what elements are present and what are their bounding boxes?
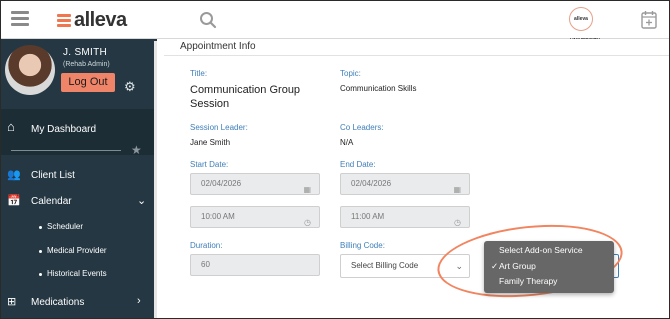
bullet (39, 273, 42, 276)
brand-name: alleva (74, 8, 127, 31)
end-date-field[interactable]: 02/04/2026 ▦ (340, 173, 470, 195)
chevron-down-icon: ⌄ (137, 195, 147, 207)
section-title: Appointment Info (180, 41, 256, 52)
start-time-field[interactable]: 10:00 AM ◷ (190, 206, 320, 228)
bullet (39, 226, 42, 229)
duration-label: Duration: (190, 241, 223, 250)
end-time-value: 11:00 AM (351, 212, 385, 221)
sidebar-item-calendar[interactable]: 📅 Calendar ⌄ (1, 191, 157, 213)
billing-code-placeholder: Select Billing Code (351, 261, 419, 270)
dropdown-option[interactable]: Family Therapy (484, 274, 614, 289)
end-date-value: 02/04/2026 (351, 179, 392, 188)
co-leaders-label: Co Leaders: (340, 123, 384, 132)
option-label: Select Add-on Service (499, 245, 583, 255)
option-label: Art Group (499, 261, 536, 271)
settings-gear-icon[interactable]: ⚙ (124, 79, 136, 95)
logout-button[interactable]: Log Out (61, 73, 115, 92)
search-icon[interactable] (199, 11, 217, 29)
chevron-right-icon: › (137, 295, 141, 307)
sidebar-item-label: Calendar (31, 196, 72, 207)
star-icon[interactable]: ★ (131, 143, 142, 157)
sidebar-subitem-label: Historical Events (47, 269, 107, 278)
sidebar-item-medications[interactable]: ⊞ Medications › (1, 292, 157, 314)
checkmark-icon: ✓ (491, 261, 499, 271)
calendar-icon: 📅 (7, 195, 21, 207)
start-time-value: 10:00 AM (201, 212, 235, 221)
sidebar-subitem-scheduler[interactable]: Scheduler (1, 219, 157, 239)
sidebar-subitem-label: Scheduler (47, 222, 84, 231)
billing-code-label: Billing Code: (340, 241, 385, 250)
calendar-add-icon[interactable] (641, 10, 657, 29)
brand-logo[interactable]: alleva (57, 9, 127, 31)
medkit-icon: ⊞ (7, 296, 17, 308)
sidebar: J. SMITH (Rehab Admin) Log Out ⚙ ⌂ My Da… (1, 39, 157, 318)
logo-mark-icon (57, 13, 71, 27)
start-date-field[interactable]: 02/04/2026 ▦ (190, 173, 320, 195)
sidebar-item-label: Medications (31, 297, 85, 308)
avatar[interactable] (5, 45, 55, 95)
profile-panel: J. SMITH (Rehab Admin) Log Out ⚙ (1, 39, 157, 109)
session-leader-value: Jane Smith (190, 138, 231, 147)
home-icon: ⌂ (7, 119, 15, 134)
calendar-icon[interactable]: ▦ (303, 180, 311, 200)
clock-icon[interactable]: ◷ (304, 213, 311, 233)
sidebar-subitem-medical-provider[interactable]: Medical Provider (1, 243, 157, 263)
addon-service-dropdown[interactable]: Select Add-on Service ✓ Art Group Family… (484, 241, 614, 293)
bullet (39, 250, 42, 253)
end-time-field[interactable]: 11:00 AM ◷ (340, 206, 470, 228)
title-value: Communication Group Session (190, 84, 301, 110)
sidebar-item-label: My Dashboard (31, 124, 97, 135)
topic-label: Topic: (340, 69, 361, 78)
university-badge[interactable]: alleva UNIVERSITY (569, 7, 600, 44)
start-date-label: Start Date: (190, 160, 229, 169)
start-date-value: 02/04/2026 (201, 179, 242, 188)
duration-value: 60 (201, 260, 210, 269)
user-name: J. SMITH (63, 47, 108, 58)
divider (11, 150, 121, 151)
option-label: Family Therapy (499, 276, 558, 286)
dropdown-option-selected[interactable]: ✓ Art Group (484, 259, 614, 274)
co-leaders-value: N/A (340, 138, 354, 147)
sidebar-item-client-list[interactable]: 👥 Client List (1, 165, 157, 187)
clock-icon[interactable]: ◷ (454, 213, 461, 233)
section-header: Appointment Info (164, 39, 669, 56)
sidebar-subitem-historical-events[interactable]: Historical Events (1, 266, 157, 286)
session-leader-label: Session Leader: (190, 123, 248, 132)
sidebar-scrollbar[interactable] (154, 41, 157, 318)
sidebar-item-dashboard[interactable]: ⌂ My Dashboard ★ (1, 109, 157, 157)
users-icon: 👥 (7, 169, 21, 181)
end-date-label: End Date: (340, 160, 376, 169)
topic-value: Communication Skills (340, 84, 417, 93)
sidebar-subitem-label: Medical Provider (47, 246, 107, 255)
duration-field[interactable]: 60 (190, 254, 320, 276)
app-window: alleva alleva UNIVERSITY J. SMITH (Rehab… (0, 0, 670, 319)
title-label: Title: (190, 69, 208, 78)
user-role: (Rehab Admin) (63, 61, 110, 68)
top-bar: alleva alleva UNIVERSITY (1, 1, 669, 44)
dropdown-option[interactable]: Select Add-on Service (484, 243, 614, 258)
sidebar-item-label: Client List (31, 170, 75, 181)
calendar-icon[interactable]: ▦ (453, 180, 461, 200)
menu-icon[interactable] (11, 11, 29, 27)
